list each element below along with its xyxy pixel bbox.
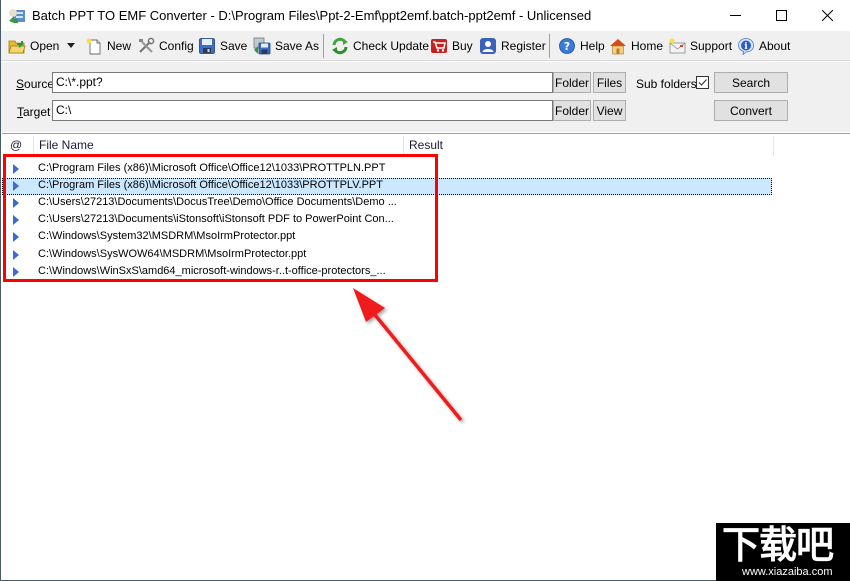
toolbar-separator (323, 34, 324, 58)
watermark-url: www.xiazaiba.com (742, 566, 833, 578)
file-name-cell: C:\Users\27213\Documents\DocusTree\Demo\… (38, 196, 397, 209)
file-name-cell: C:\Windows\SysWOW64\MSDRM\MsoIrmProtecto… (38, 247, 307, 260)
register-button[interactable]: Register (479, 35, 546, 57)
support-label: Support (690, 39, 733, 53)
play-arrow-icon (13, 198, 19, 209)
about-label: About (759, 39, 791, 53)
file-list[interactable]: @ File Name Result C:\Program Files (x86… (2, 133, 850, 580)
column-header-status[interactable]: @ (4, 134, 33, 156)
check-update-label: Check Update (353, 39, 430, 53)
maximize-button[interactable] (758, 0, 804, 31)
list-row[interactable]: C:\Program Files (x86)\Microsoft Office\… (2, 161, 772, 178)
search-button[interactable]: Search (714, 72, 788, 93)
save-as-label: Save As (275, 39, 320, 53)
title-bar: Batch PPT TO EMF Converter - D:\Program … (1, 0, 850, 31)
info-icon: i (738, 38, 754, 55)
open-label: Open (30, 39, 60, 53)
play-arrow-icon (13, 232, 19, 243)
svg-text:i: i (744, 42, 748, 52)
column-header-result[interactable]: Result (403, 134, 773, 156)
support-button[interactable]: Support (668, 35, 732, 57)
column-divider[interactable] (773, 136, 774, 156)
file-name-cell: C:\Program Files (x86)\Microsoft Office\… (38, 162, 386, 174)
source-files-button[interactable]: Files (593, 72, 626, 93)
play-arrow-icon (13, 266, 19, 277)
open-folder-icon (8, 40, 26, 54)
tools-icon (139, 37, 155, 53)
config-label: Config (159, 39, 194, 53)
home-label: Home (631, 39, 664, 53)
window-title: Batch PPT TO EMF Converter - D:\Program … (32, 8, 592, 23)
help-button[interactable]: ? Help (558, 35, 605, 57)
list-row[interactable]: C:\Windows\System32\MSDRM\MsoIrmProtecto… (2, 229, 772, 246)
target-label: Target (17, 105, 50, 119)
file-name-cell: C:\Program Files (x86)\Microsoft Office\… (38, 179, 383, 192)
source-folder-button[interactable]: Folder (553, 72, 591, 93)
check-update-button[interactable]: Check Update (331, 35, 429, 57)
target-input[interactable]: C:\ (52, 100, 553, 121)
home-button[interactable]: Home (609, 35, 663, 57)
home-icon (610, 39, 626, 55)
checkmark-icon (698, 79, 707, 86)
list-row[interactable]: C:\Users\27213\Documents\iStonsoft\iSton… (2, 212, 772, 229)
floppy-disk-icon (199, 38, 215, 54)
save-as-icon (253, 37, 271, 55)
list-row[interactable]: C:\Users\27213\Documents\DocusTree\Demo\… (2, 195, 772, 212)
about-button[interactable]: i About (737, 35, 790, 57)
svg-text:?: ? (564, 40, 570, 53)
save-label: Save (220, 39, 248, 53)
close-icon (821, 10, 833, 21)
help-icon: ? (559, 38, 575, 54)
source-label-accelerator: S (16, 77, 25, 91)
envelope-icon (669, 38, 686, 54)
source-label-text: ource (24, 77, 55, 91)
options-panel: Source C:\*.ppt? Folder Files Sub folder… (1, 62, 850, 132)
list-row[interactable]: C:\Windows\WinSxS\amd64_microsoft-window… (2, 264, 772, 281)
play-arrow-icon (13, 249, 19, 260)
file-name-cell: C:\Windows\System32\MSDRM\MsoIrmProtecto… (38, 230, 296, 243)
save-button[interactable]: Save (198, 35, 247, 57)
register-label: Register (501, 39, 546, 53)
minimize-button[interactable] (712, 0, 758, 31)
play-arrow-icon (13, 215, 19, 226)
list-row[interactable]: C:\Program Files (x86)\Microsoft Office\… (2, 178, 772, 196)
subfolders-label: Sub folders (636, 77, 697, 91)
shopping-cart-icon (431, 39, 447, 53)
app-icon (9, 9, 25, 23)
subfolders-checkbox[interactable] (696, 76, 709, 89)
source-input[interactable]: C:\*.ppt? (52, 72, 553, 93)
file-name-cell: C:\Users\27213\Documents\iStonsoft\iSton… (38, 213, 394, 226)
app-window: Batch PPT TO EMF Converter - D:\Program … (0, 0, 850, 581)
list-header: @ File Name Result (2, 134, 850, 156)
play-arrow-icon (13, 164, 19, 174)
minimize-icon (729, 15, 741, 16)
new-button[interactable]: New (85, 35, 131, 57)
refresh-icon (332, 37, 348, 55)
user-icon (480, 38, 496, 54)
toolbar-separator (549, 34, 550, 58)
source-label: Source (16, 77, 54, 91)
target-label-text: arget (23, 105, 51, 119)
column-header-file-name[interactable]: File Name (33, 134, 403, 156)
save-as-button[interactable]: Save As (253, 35, 319, 57)
maximize-icon (775, 10, 787, 21)
open-button[interactable]: Open (8, 35, 59, 57)
target-view-button[interactable]: View (593, 100, 626, 121)
close-button[interactable] (804, 0, 850, 31)
convert-button[interactable]: Convert (714, 100, 788, 121)
toolbar: Open New Config Save Save As Check Updat… (1, 31, 850, 61)
buy-label: Buy (452, 39, 473, 53)
help-label: Help (580, 39, 605, 53)
play-arrow-icon (13, 181, 19, 192)
buy-button[interactable]: Buy (430, 35, 473, 57)
config-button[interactable]: Config (137, 35, 194, 57)
open-dropdown-arrow[interactable] (67, 43, 75, 48)
new-document-icon (86, 38, 101, 55)
file-name-cell: C:\Windows\WinSxS\amd64_microsoft-window… (38, 264, 386, 277)
target-folder-button[interactable]: Folder (553, 100, 591, 121)
watermark-logo: 下载吧 www.xiazaiba.com (716, 523, 850, 581)
new-label: New (107, 39, 132, 53)
watermark-title: 下载吧 (722, 523, 834, 567)
list-row[interactable]: C:\Windows\SysWOW64\MSDRM\MsoIrmProtecto… (2, 247, 772, 264)
